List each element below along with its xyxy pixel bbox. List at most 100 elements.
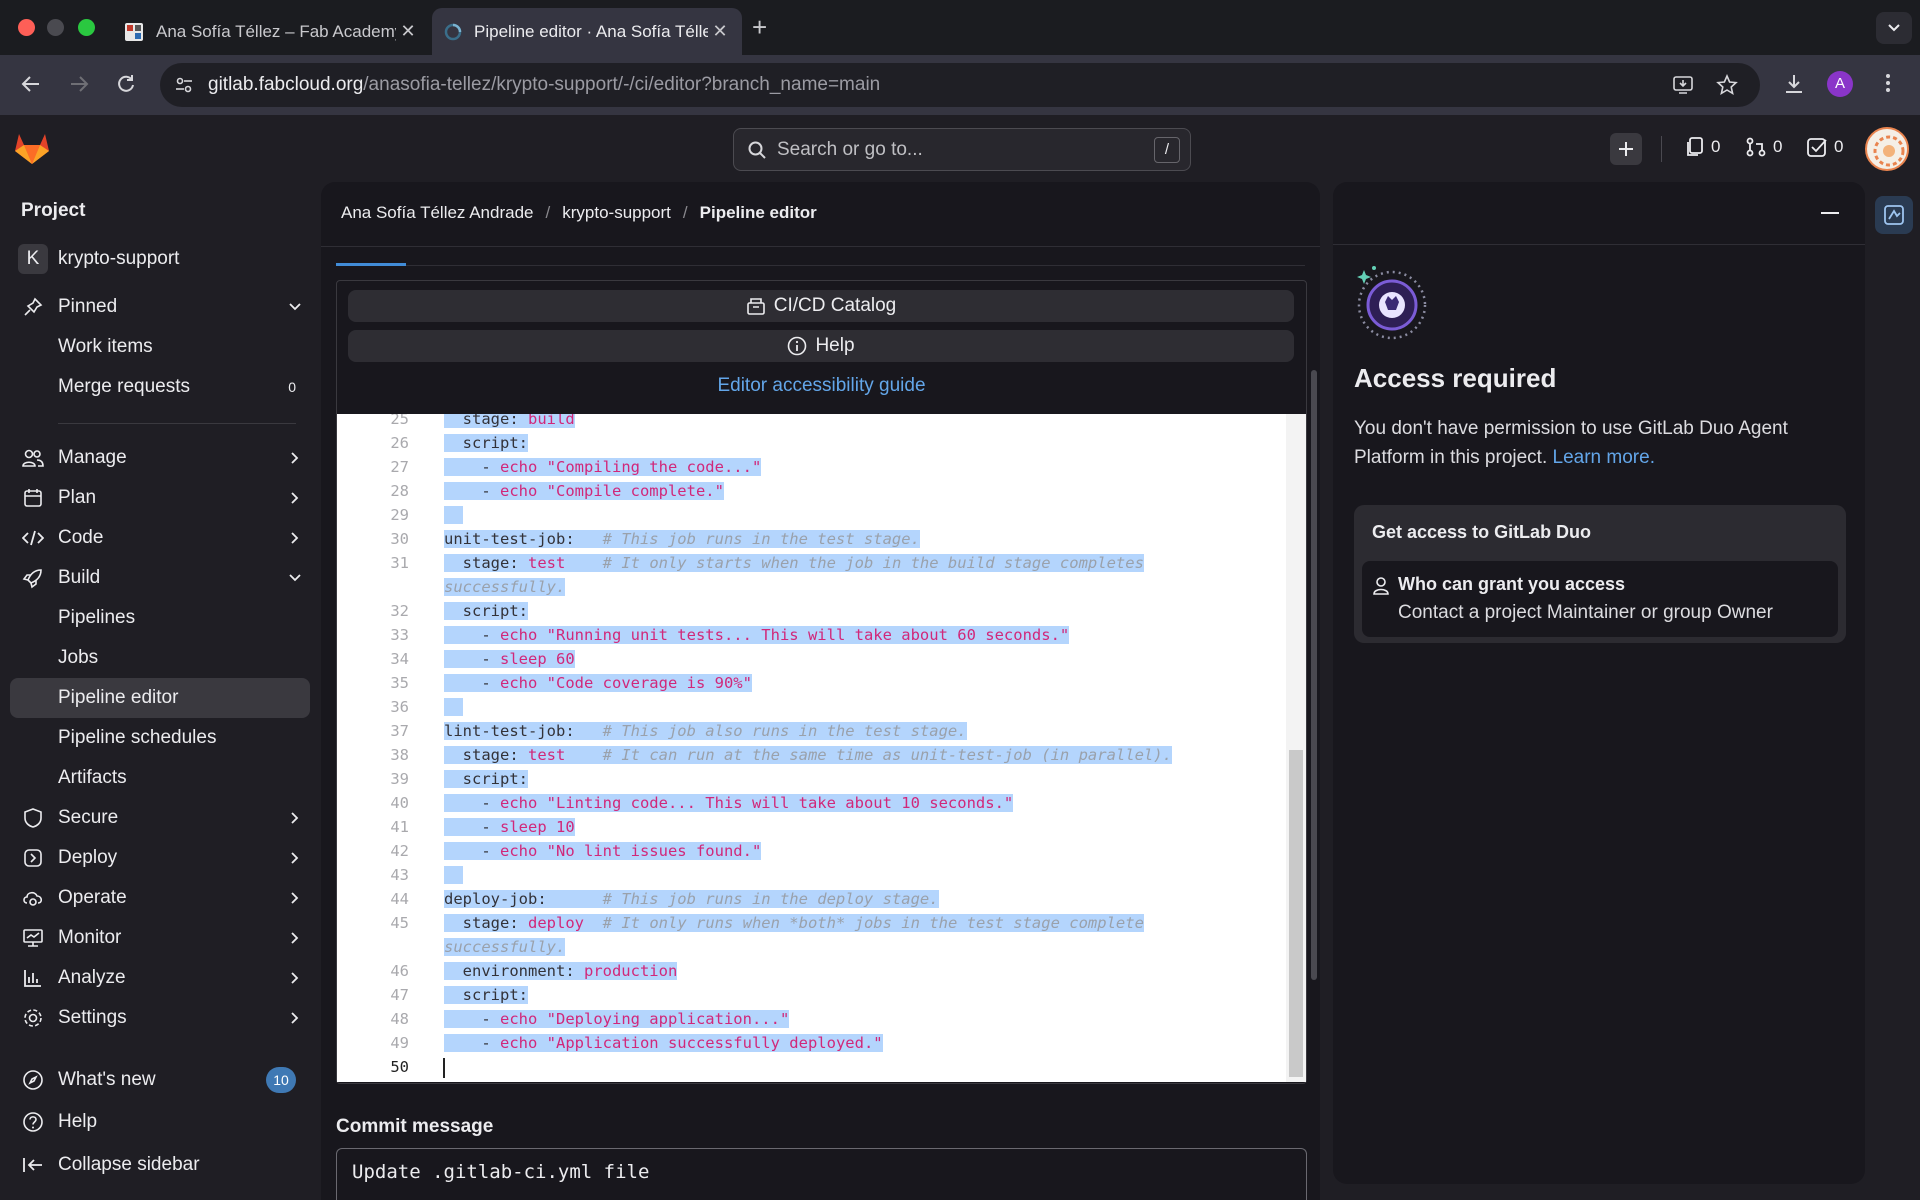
line-number: 30: [390, 530, 409, 548]
address-bar[interactable]: gitlab.fabcloud.org/anasofia-tellez/kryp…: [160, 63, 1760, 107]
code-line[interactable]: 36: [337, 695, 1286, 719]
merge-request-icon: [1746, 137, 1766, 157]
code-line[interactable]: 41 - sleep 10: [337, 815, 1286, 839]
sidebar-item-jobs[interactable]: Jobs: [10, 638, 310, 678]
merge-requests-counter[interactable]: 0: [1745, 136, 1782, 158]
minimize-panel-button[interactable]: [1821, 212, 1839, 214]
window-zoom-button[interactable]: [78, 19, 95, 36]
text-cursor: [443, 1057, 445, 1078]
sidebar-item-operate[interactable]: Operate: [10, 878, 310, 918]
profile-avatar[interactable]: A: [1827, 71, 1853, 97]
code-line[interactable]: 44 deploy-job: # This job runs in the dep…: [337, 887, 1286, 911]
code-line[interactable]: 46 environment: production: [337, 959, 1286, 983]
tab-search-button[interactable]: [1876, 12, 1912, 44]
monitor-icon: [14, 928, 52, 948]
bookmark-star-icon[interactable]: [1716, 74, 1738, 96]
code-line[interactable]: 49 - echo "Application successfully depl…: [337, 1031, 1286, 1055]
sidebar-item-secure[interactable]: Secure: [10, 798, 310, 838]
sidebar-item-merge-requests[interactable]: Merge requests 0: [10, 367, 310, 407]
sidebar-item-analyze[interactable]: Analyze: [10, 958, 310, 998]
editor-scrollbar[interactable]: [1311, 370, 1317, 980]
help-button[interactable]: Help: [10, 1102, 310, 1142]
code-line[interactable]: 26 script:: [337, 431, 1286, 455]
search-input[interactable]: Search or go to... /: [733, 128, 1191, 171]
sidebar-item-deploy[interactable]: Deploy: [10, 838, 310, 878]
breadcrumb-owner[interactable]: Ana Sofía Téllez Andrade: [341, 203, 534, 223]
sidebar-item-plan[interactable]: Plan: [10, 478, 310, 518]
install-app-icon[interactable]: [1672, 74, 1694, 96]
code-line[interactable]: 50: [337, 1055, 1286, 1079]
sidebar-item-work-items[interactable]: Work items: [10, 327, 310, 367]
code-line[interactable]: 33 - echo "Running unit tests... This wi…: [337, 623, 1286, 647]
code-line[interactable]: 43: [337, 863, 1286, 887]
code-line[interactable]: 47 script:: [337, 983, 1286, 1007]
sidebar-project-link[interactable]: K krypto-support: [10, 239, 310, 279]
editor-accessibility-guide-link[interactable]: Editor accessibility guide: [336, 375, 1307, 397]
code-line[interactable]: 38 stage: test # It can run at the same …: [337, 743, 1286, 767]
code-line[interactable]: 32 script:: [337, 599, 1286, 623]
code-line[interactable]: 29: [337, 503, 1286, 527]
duo-chat-toggle-button[interactable]: [1875, 196, 1913, 234]
code-line[interactable]: 27 - echo "Compiling the code...": [337, 455, 1286, 479]
close-tab-icon[interactable]: ✕: [396, 21, 420, 42]
code-text: lint-test-job: # This job also runs in t…: [444, 722, 967, 740]
code-line[interactable]: 39 script:: [337, 767, 1286, 791]
editor-help-button[interactable]: Help: [348, 330, 1294, 362]
code-line[interactable]: 30 unit-test-job: # This job runs in the …: [337, 527, 1286, 551]
line-number: 32: [390, 602, 409, 620]
browser-tab-pipeline-editor[interactable]: Pipeline editor · Ana Sofía Téllez Andra…: [432, 8, 742, 55]
collapse-sidebar-button[interactable]: Collapse sidebar: [10, 1145, 310, 1185]
code-line[interactable]: 45 stage: deploy # It only runs when *bo…: [337, 911, 1286, 935]
code-line[interactable]: 48 - echo "Deploying application...": [337, 1007, 1286, 1031]
code-line[interactable]: 34 - sleep 60: [337, 647, 1286, 671]
code-text: - echo "Running unit tests... This will …: [444, 626, 1070, 644]
forward-arrow-icon[interactable]: [68, 73, 90, 95]
new-tab-button[interactable]: +: [752, 12, 767, 43]
whats-new-button[interactable]: What's new 10: [10, 1060, 310, 1100]
code-line[interactable]: 37 lint-test-job: # This job also runs in…: [337, 719, 1286, 743]
issues-counter[interactable]: 0: [1685, 136, 1720, 158]
code-line[interactable]: 42 - echo "No lint issues found.": [337, 839, 1286, 863]
sidebar-pinned-toggle[interactable]: Pinned: [10, 287, 310, 327]
gitlab-logo-icon[interactable]: [14, 131, 50, 165]
code-text: stage: deploy # It only runs when *both*…: [444, 914, 1144, 932]
downloads-icon[interactable]: [1782, 72, 1806, 96]
sidebar-item-code[interactable]: Code: [10, 518, 310, 558]
sidebar-item-build[interactable]: Build: [10, 558, 310, 598]
code-line[interactable]: 31 stage: test # It only starts when the…: [337, 551, 1286, 575]
create-new-button[interactable]: [1610, 133, 1642, 165]
close-tab-icon[interactable]: ✕: [708, 21, 732, 42]
window-close-button[interactable]: [18, 19, 35, 36]
code-scrollbar-thumb[interactable]: [1289, 750, 1303, 1077]
sidebar-item-artifacts[interactable]: Artifacts: [10, 758, 310, 798]
code-line[interactable]: successfully.: [337, 575, 1286, 599]
learn-more-link[interactable]: Learn more.: [1553, 447, 1655, 468]
browser-menu-icon[interactable]: [1884, 72, 1892, 94]
sidebar-item-manage[interactable]: Manage: [10, 438, 310, 478]
line-number: 39: [390, 770, 409, 788]
user-avatar[interactable]: [1865, 127, 1909, 171]
code-editor[interactable]: 25 stage: build 26 script: 27 - echo "Comp…: [337, 414, 1286, 1082]
breadcrumb-project[interactable]: krypto-support: [562, 203, 671, 223]
sidebar-item-pipeline-schedules[interactable]: Pipeline schedules: [10, 718, 310, 758]
browser-tab-fab-academy[interactable]: Ana Sofía Téllez – Fab Academy ✕: [118, 8, 430, 55]
commit-message-input[interactable]: Update .gitlab-ci.yml file: [336, 1148, 1307, 1200]
code-line[interactable]: 35 - echo "Code coverage is 90%": [337, 671, 1286, 695]
sidebar-item-settings[interactable]: Settings: [10, 998, 310, 1038]
code-line[interactable]: 40 - echo "Linting code... This will tak…: [337, 791, 1286, 815]
code-line[interactable]: 25 stage: build: [337, 414, 1286, 431]
code-line[interactable]: successfully.: [337, 935, 1286, 959]
window-minimize-button[interactable]: [47, 19, 64, 36]
info-icon: [787, 336, 807, 356]
cicd-catalog-button[interactable]: CI/CD Catalog: [348, 290, 1294, 322]
sidebar-item-monitor[interactable]: Monitor: [10, 918, 310, 958]
commit-message-label: Commit message: [336, 1116, 494, 1137]
reload-icon[interactable]: [115, 73, 137, 95]
sidebar-item-pipelines[interactable]: Pipelines: [10, 598, 310, 638]
code-line[interactable]: 28 - echo "Compile complete.": [337, 479, 1286, 503]
sidebar-item-pipeline-editor[interactable]: Pipeline editor: [10, 678, 310, 718]
rocket-icon: [14, 567, 52, 589]
site-settings-icon[interactable]: [174, 75, 194, 95]
back-arrow-icon[interactable]: [20, 73, 42, 95]
todos-counter[interactable]: 0: [1806, 136, 1843, 158]
